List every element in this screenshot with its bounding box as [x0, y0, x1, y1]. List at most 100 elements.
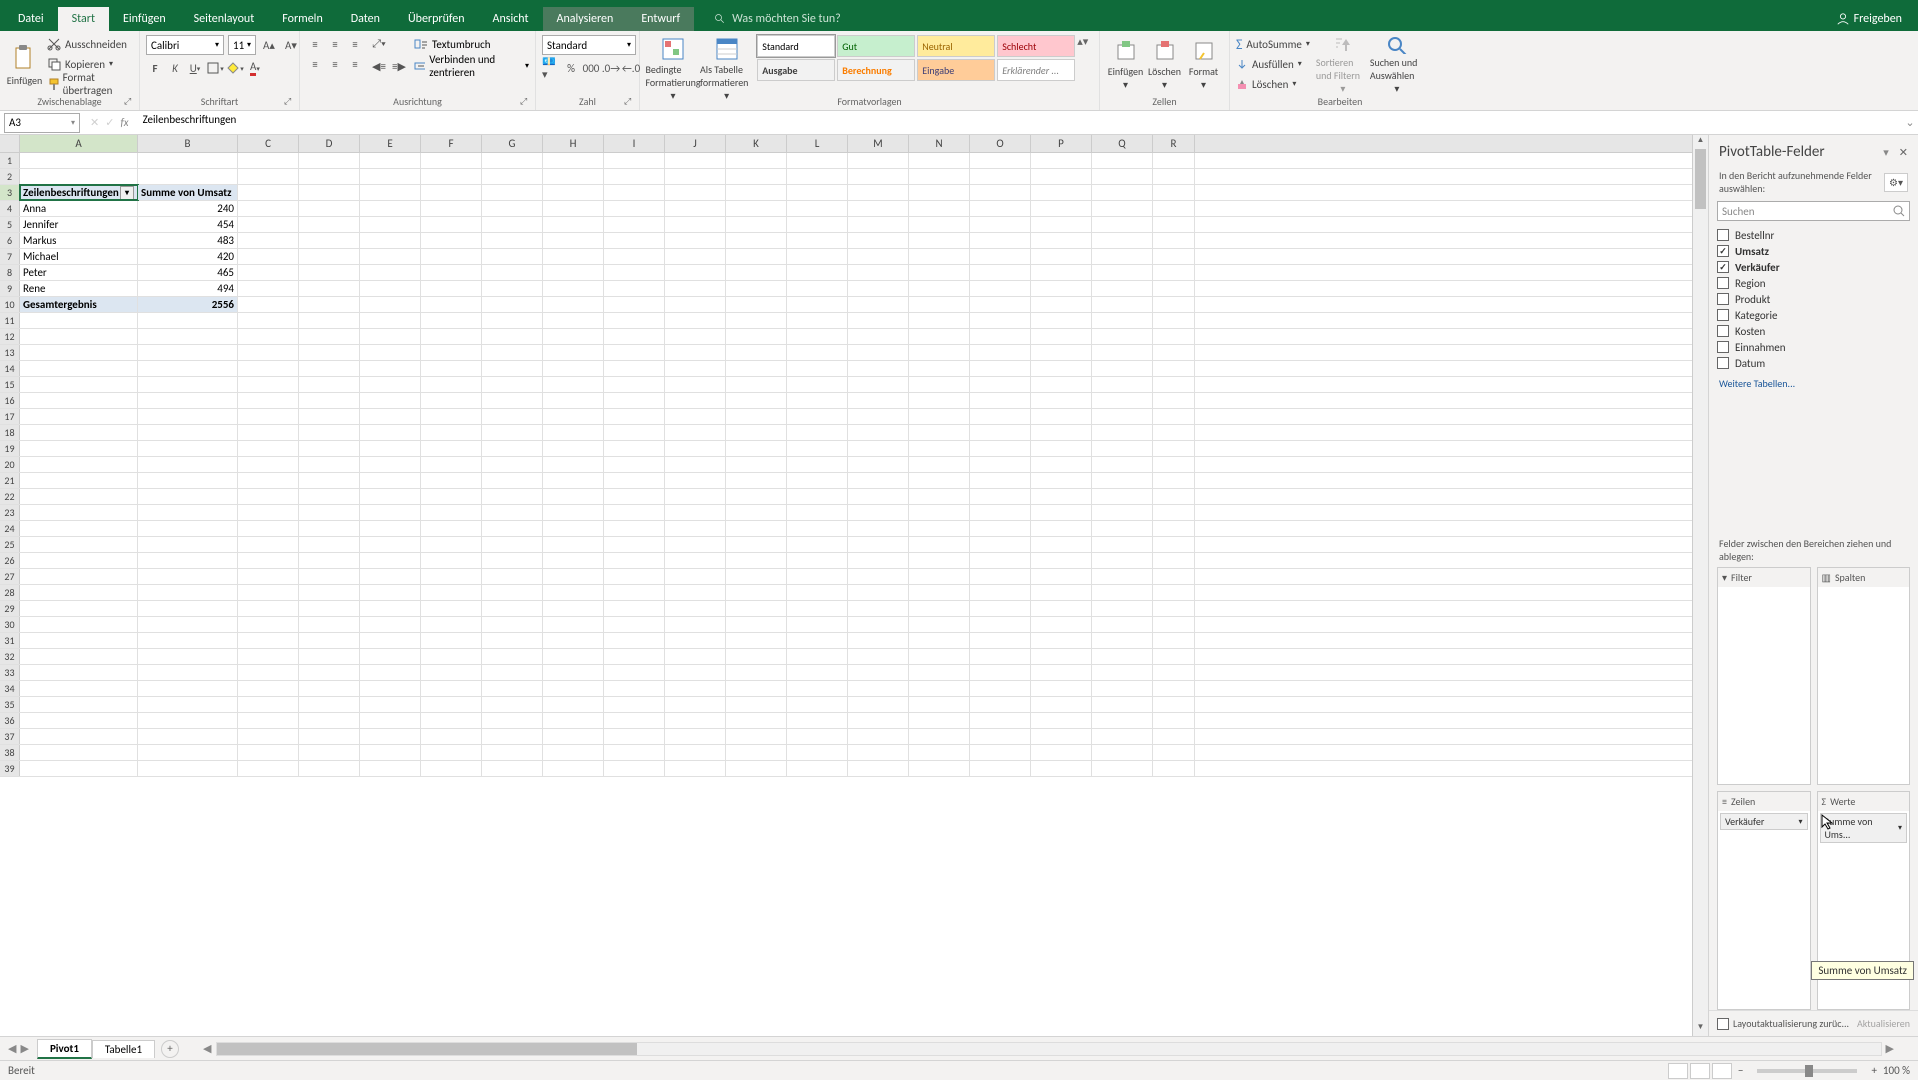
cancel-formula-icon[interactable]: ✕	[90, 116, 99, 129]
cell-B21[interactable]	[138, 473, 238, 488]
cell-N30[interactable]	[909, 617, 970, 632]
field-umsatz[interactable]: Umsatz	[1717, 243, 1910, 259]
cell-E10[interactable]	[360, 297, 421, 312]
cell-I14[interactable]	[604, 361, 665, 376]
cell-B25[interactable]	[138, 537, 238, 552]
cell-G4[interactable]	[482, 201, 543, 216]
column-header-D[interactable]: D	[299, 135, 360, 152]
cell-K11[interactable]	[726, 313, 787, 328]
cell-J16[interactable]	[665, 393, 726, 408]
field-checkbox[interactable]	[1717, 309, 1729, 321]
row-header-39[interactable]: 39	[0, 761, 20, 776]
cell-P28[interactable]	[1031, 585, 1092, 600]
cell-R19[interactable]	[1153, 441, 1195, 456]
cell-G33[interactable]	[482, 665, 543, 680]
field-checkbox[interactable]	[1717, 245, 1729, 257]
cell-N28[interactable]	[909, 585, 970, 600]
decrease-decimal-button[interactable]: ←.0	[622, 59, 640, 77]
font-color-button[interactable]: A▾	[246, 59, 264, 77]
cell-E17[interactable]	[360, 409, 421, 424]
cell-I3[interactable]	[604, 185, 665, 200]
cell-C20[interactable]	[238, 457, 299, 472]
cell-F17[interactable]	[421, 409, 482, 424]
cell-E13[interactable]	[360, 345, 421, 360]
cell-D30[interactable]	[299, 617, 360, 632]
cell-G10[interactable]	[482, 297, 543, 312]
cell-F35[interactable]	[421, 697, 482, 712]
cell-Q10[interactable]	[1092, 297, 1153, 312]
decrease-indent-button[interactable]: ◀≡	[370, 57, 388, 75]
cell-K33[interactable]	[726, 665, 787, 680]
cell-D19[interactable]	[299, 441, 360, 456]
cell-I25[interactable]	[604, 537, 665, 552]
increase-indent-button[interactable]: ≡▶	[390, 57, 408, 75]
cell-G25[interactable]	[482, 537, 543, 552]
row-header-22[interactable]: 22	[0, 489, 20, 504]
cell-C11[interactable]	[238, 313, 299, 328]
cell-E38[interactable]	[360, 745, 421, 760]
cell-G22[interactable]	[482, 489, 543, 504]
cell-Q24[interactable]	[1092, 521, 1153, 536]
row-header-37[interactable]: 37	[0, 729, 20, 744]
cell-A16[interactable]	[20, 393, 138, 408]
cell-R21[interactable]	[1153, 473, 1195, 488]
cell-H38[interactable]	[543, 745, 604, 760]
fill-button[interactable]: Ausfüllen▾	[1236, 55, 1310, 73]
cell-H22[interactable]	[543, 489, 604, 504]
rows-chip-verkaeufer[interactable]: Verkäufer▾	[1720, 813, 1808, 830]
cell-Q39[interactable]	[1092, 761, 1153, 776]
cell-K2[interactable]	[726, 169, 787, 184]
cell-Q23[interactable]	[1092, 505, 1153, 520]
cell-J7[interactable]	[665, 249, 726, 264]
cell-R26[interactable]	[1153, 553, 1195, 568]
cell-D17[interactable]	[299, 409, 360, 424]
cell-H34[interactable]	[543, 681, 604, 696]
cell-P29[interactable]	[1031, 601, 1092, 616]
cell-A6[interactable]: Markus	[20, 233, 138, 248]
cell-A35[interactable]	[20, 697, 138, 712]
cell-K4[interactable]	[726, 201, 787, 216]
cell-L31[interactable]	[787, 633, 848, 648]
cell-Q22[interactable]	[1092, 489, 1153, 504]
cell-J20[interactable]	[665, 457, 726, 472]
cell-F34[interactable]	[421, 681, 482, 696]
cell-I19[interactable]	[604, 441, 665, 456]
cell-L7[interactable]	[787, 249, 848, 264]
cell-F18[interactable]	[421, 425, 482, 440]
align-right-button[interactable]: ≡	[346, 55, 364, 73]
cell-F26[interactable]	[421, 553, 482, 568]
field-checkbox[interactable]	[1717, 357, 1729, 369]
cell-P34[interactable]	[1031, 681, 1092, 696]
fields-search-input[interactable]: Suchen	[1717, 201, 1910, 221]
cell-H28[interactable]	[543, 585, 604, 600]
cell-R12[interactable]	[1153, 329, 1195, 344]
cell-G7[interactable]	[482, 249, 543, 264]
cell-A5[interactable]: Jennifer	[20, 217, 138, 232]
cell-E5[interactable]	[360, 217, 421, 232]
cell-N14[interactable]	[909, 361, 970, 376]
cell-D4[interactable]	[299, 201, 360, 216]
cell-H32[interactable]	[543, 649, 604, 664]
tab-einfuegen[interactable]: Einfügen	[109, 7, 180, 31]
cell-E8[interactable]	[360, 265, 421, 280]
page-break-view-button[interactable]	[1712, 1063, 1732, 1079]
cell-A3[interactable]: Zeilenbeschriftungen▾	[20, 185, 138, 200]
cell-H27[interactable]	[543, 569, 604, 584]
cell-J39[interactable]	[665, 761, 726, 776]
cell-D25[interactable]	[299, 537, 360, 552]
cell-J24[interactable]	[665, 521, 726, 536]
cell-E33[interactable]	[360, 665, 421, 680]
cell-N32[interactable]	[909, 649, 970, 664]
cell-Q21[interactable]	[1092, 473, 1153, 488]
cell-N17[interactable]	[909, 409, 970, 424]
cell-M16[interactable]	[848, 393, 909, 408]
cell-L39[interactable]	[787, 761, 848, 776]
cell-C12[interactable]	[238, 329, 299, 344]
cell-O37[interactable]	[970, 729, 1031, 744]
cell-P15[interactable]	[1031, 377, 1092, 392]
cell-B38[interactable]	[138, 745, 238, 760]
cell-D20[interactable]	[299, 457, 360, 472]
cell-L36[interactable]	[787, 713, 848, 728]
column-header-Q[interactable]: Q	[1092, 135, 1153, 152]
cell-N4[interactable]	[909, 201, 970, 216]
